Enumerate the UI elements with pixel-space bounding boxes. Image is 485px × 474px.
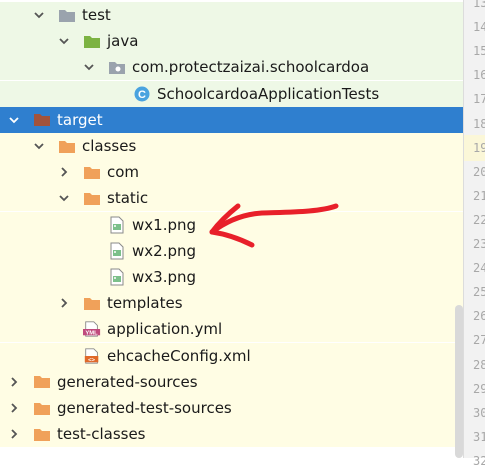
image-file-icon — [108, 216, 126, 234]
chevron-down-icon[interactable] — [32, 139, 46, 153]
tree-item-label: classes — [82, 137, 137, 155]
chevron-down-icon[interactable] — [82, 60, 96, 74]
image-file-icon — [108, 268, 126, 286]
chevron-down-icon[interactable] — [57, 191, 71, 205]
chevron-right-icon[interactable] — [57, 296, 71, 310]
tree-item-label: ehcacheConfig.xml — [107, 346, 251, 365]
generated-sources-folder[interactable]: generated-sources — [0, 368, 463, 395]
chevron-right-icon[interactable] — [7, 375, 21, 389]
line-number: 15 — [473, 44, 485, 59]
folder-gray-icon — [58, 7, 76, 23]
folder-green-icon — [83, 33, 101, 49]
java-folder[interactable]: java — [0, 28, 463, 55]
line-number: 28 — [473, 357, 485, 372]
chevron-down-icon[interactable] — [32, 8, 46, 22]
static-folder[interactable]: static — [0, 185, 463, 212]
tree-item-label: target — [57, 110, 103, 129]
line-number: 14 — [473, 20, 485, 35]
tree-item-label: SchoolcardoaApplicationTests — [157, 84, 380, 103]
tree-item-label: java — [107, 32, 139, 51]
file-application-yml[interactable]: YML application.yml — [0, 316, 463, 343]
tree-item-label: templates — [107, 294, 183, 313]
line-number: 30 — [473, 405, 485, 420]
tree-item-label: wx2.png — [132, 241, 197, 260]
tree-item-label: generated-test-sources — [57, 399, 232, 417]
xml-file-icon: <> — [83, 347, 101, 364]
class-schoolcardoa-application-tests[interactable]: C SchoolcardoaApplicationTests — [0, 80, 463, 107]
project-tree: test java com.protectzaizai.schoolcardoa C S… — [0, 0, 463, 458]
line-number: 29 — [473, 381, 485, 396]
tree-row-partial — [0, 447, 463, 458]
folder-orange-icon — [33, 426, 51, 442]
line-number: 24 — [473, 261, 485, 276]
line-number: 22 — [473, 212, 485, 227]
chevron-right-icon[interactable] — [57, 165, 71, 179]
svg-text:YML: YML — [85, 331, 98, 337]
tree-item-label: com — [107, 163, 140, 182]
line-number: 18 — [473, 116, 485, 131]
package-icon — [108, 59, 126, 75]
classes-folder[interactable]: classes — [0, 133, 463, 159]
package-com-protectzaizai-schoolcardoa[interactable]: com.protectzaizai.schoolcardoa — [0, 54, 463, 81]
tree-item-label: wx3.png — [132, 268, 197, 286]
svg-text:C: C — [138, 89, 146, 101]
file-wx1-png[interactable]: wx1.png — [0, 211, 463, 238]
line-number: 19 — [464, 134, 485, 161]
vertical-scrollbar[interactable] — [455, 305, 463, 458]
line-number: 16 — [473, 68, 485, 83]
folder-orange-icon — [33, 374, 51, 390]
line-number: 27 — [473, 333, 485, 348]
tree-item-label: test-classes — [57, 425, 146, 444]
folder-brown-icon — [33, 112, 51, 128]
folder-orange-icon — [83, 190, 101, 206]
line-number: 20 — [473, 164, 485, 179]
chevron-right-icon[interactable] — [7, 401, 21, 415]
tree-item-label: generated-sources — [57, 372, 198, 391]
tree-item-label: static — [107, 189, 149, 208]
line-number: 21 — [473, 188, 485, 203]
generated-test-sources-folder[interactable]: generated-test-sources — [0, 395, 463, 421]
chevron-down-icon[interactable] — [7, 113, 21, 127]
folder-orange-icon — [83, 295, 101, 311]
line-number: 23 — [473, 237, 485, 251]
java-class-icon: C — [133, 86, 151, 102]
chevron-right-icon[interactable] — [7, 427, 21, 441]
line-number: 32 — [473, 453, 485, 468]
line-number: 31 — [473, 429, 485, 444]
yml-file-icon: YML — [83, 321, 101, 338]
tree-item-label: application.yml — [107, 320, 223, 339]
file-ehcacheconfig-xml[interactable]: <> ehcacheConfig.xml — [0, 342, 463, 369]
line-number: 26 — [473, 309, 485, 324]
file-wx3-png[interactable]: wx3.png — [0, 264, 463, 290]
line-number: 25 — [473, 285, 485, 300]
line-number: 17 — [473, 92, 485, 107]
test-classes-folder[interactable]: test-classes — [0, 421, 463, 448]
chevron-down-icon[interactable] — [57, 34, 71, 48]
test-folder[interactable]: test — [0, 2, 463, 28]
folder-orange-icon — [58, 138, 76, 154]
tree-item-label: test — [82, 6, 111, 24]
com-folder[interactable]: com — [0, 159, 463, 186]
line-number-gutter: 13 14 15 16 17 18 19 20 21 22 23 24 25 26 27 28 29 30 31 32 — [463, 0, 485, 468]
templates-folder[interactable]: templates — [0, 290, 463, 317]
folder-orange-icon — [33, 400, 51, 416]
tree-item-label: wx1.png — [132, 215, 197, 234]
target-folder[interactable]: target — [0, 106, 463, 133]
image-file-icon — [108, 242, 126, 260]
file-wx2-png[interactable]: wx2.png — [0, 237, 463, 264]
tree-item-label: com.protectzaizai.schoolcardoa — [132, 58, 370, 77]
svg-text:<>: <> — [88, 357, 95, 363]
folder-orange-icon — [83, 164, 101, 180]
